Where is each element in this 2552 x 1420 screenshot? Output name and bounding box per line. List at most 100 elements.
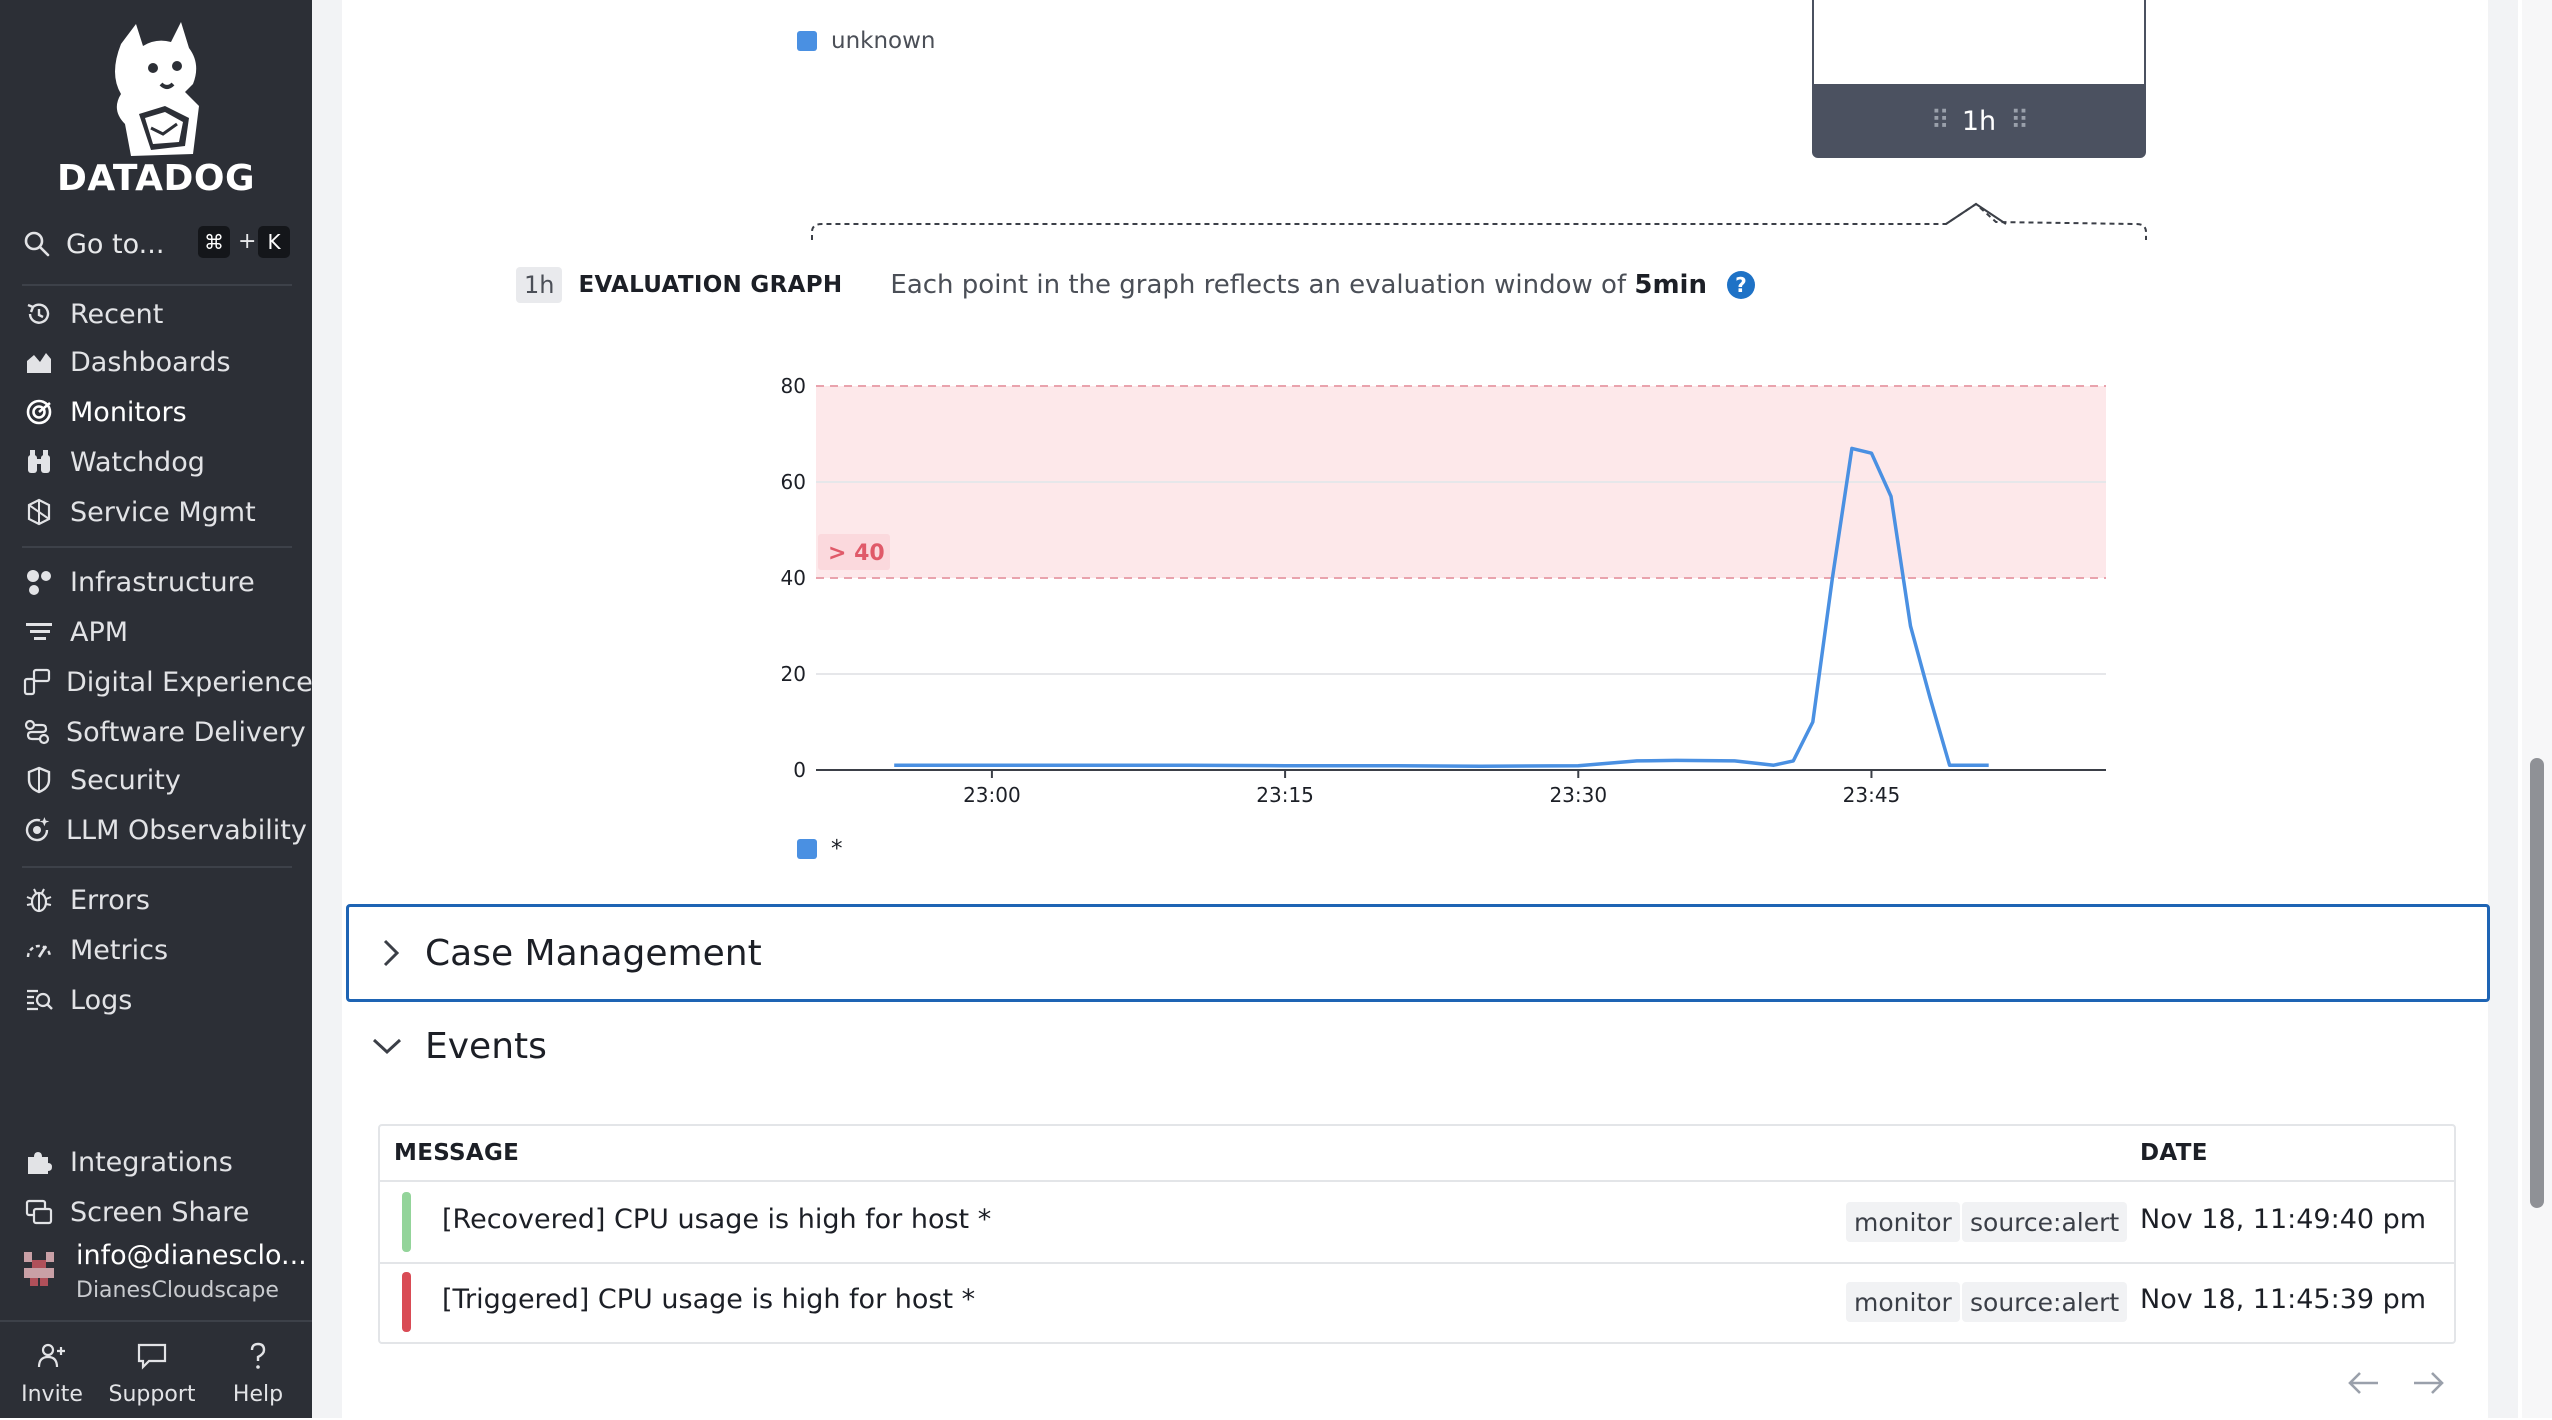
window-label: 1h [1961,105,1997,137]
monitor-icon [22,395,56,429]
binoculars-icon [22,445,56,479]
tag-chip[interactable]: monitor [1846,1202,1960,1242]
goto-label: Go to... [66,228,165,260]
goto-search[interactable]: Go to... ⌘ + K [22,224,292,264]
previous-page-button[interactable] [2346,1368,2382,1402]
events-title: Events [425,1025,547,1067]
help-label: Help [232,1382,284,1407]
datadog-logo[interactable] [0,14,312,168]
invite-icon [0,1336,104,1376]
next-page-button[interactable] [2410,1368,2446,1402]
sidebar-item-label: Watchdog [70,446,205,478]
shortcut-plus: + [238,229,257,254]
window-handle[interactable]: ⠿ 1h ⠿ [1812,84,2146,158]
scrollbar-thumb[interactable] [2530,758,2544,1208]
sidebar-item-llm-observability[interactable]: LLM Observability [22,808,307,852]
chat-icon [100,1336,204,1376]
sidebar-item-apm[interactable]: APM [22,610,302,654]
account-org: DianesCloudscape [76,1278,279,1303]
sidebar-divider [22,284,292,286]
evaluation-window-selector[interactable]: ⠿ 1h ⠿ [1812,0,2146,158]
window-pill: 1h [516,267,563,303]
sidebar-item-metrics[interactable]: Metrics [22,928,302,972]
account-menu[interactable]: info@dianesclo... DianesCloudscape [18,1236,308,1306]
sidebar-item-monitors[interactable]: Monitors [22,390,302,434]
shortcut-cmd-key: ⌘ [198,226,230,258]
sidebar-item-label: Metrics [70,934,169,966]
sidebar-item-digital-experience[interactable]: Digital Experience [22,660,313,704]
sidebar-item-dashboards[interactable]: Dashboards [22,340,302,384]
bug-icon [22,883,56,917]
datadog-dog-icon [115,22,199,156]
event-date: Nov 18, 11:45:39 pm [2140,1284,2427,1315]
legend-unknown[interactable]: unknown [797,28,936,54]
legend-series-name: * [831,836,843,862]
sidebar-divider [22,546,292,548]
evaluation-chart[interactable]: 0 20 40 60 80 23:00 23:15 23:30 23:45 > 40 [760,360,2160,820]
sidebar-item-label: Infrastructure [70,566,255,598]
y-tick-label: 80 [781,374,806,398]
content-gutter-left [312,0,342,1418]
sidebar-item-security[interactable]: Security [22,758,302,802]
sidebar-item-label: Dashboards [70,346,231,378]
chart-legend[interactable]: * [797,836,843,862]
table-header: MESSAGE DATE [380,1126,2454,1182]
invite-button[interactable]: Invite [0,1336,104,1407]
llm-icon [22,813,52,847]
sidebar-item-label: LLM Observability [66,814,307,846]
sidebar-item-software-delivery[interactable]: Software Delivery [22,710,306,754]
events-section-header[interactable]: Events [349,1000,547,1092]
sidebar-item-service-mgmt[interactable]: Service Mgmt [22,490,302,534]
shield-icon [22,763,56,797]
sidebar-item-errors[interactable]: Errors [22,878,302,922]
sidebar-item-watchdog[interactable]: Watchdog [22,440,302,484]
legend-label: unknown [831,28,936,54]
tag-chip[interactable]: source:alert [1962,1202,2128,1242]
status-indicator [402,1272,411,1332]
sidebar-item-screen-share[interactable]: Screen Share [22,1190,302,1234]
evaluation-graph-title: EVALUATION GRAPH [578,272,843,298]
sidebar-item-label: Integrations [70,1146,233,1178]
service-mgmt-icon [22,495,56,529]
case-management-panel[interactable]: Case Management [346,904,2490,1002]
help-button[interactable]: Help [206,1336,310,1407]
invite-label: Invite [21,1382,83,1407]
column-header-date[interactable]: DATE [2140,1140,2208,1166]
sidebar-item-label: Digital Experience [66,666,313,698]
brand-name: DATADOG [56,158,256,199]
x-tick-label: 23:45 [1843,783,1901,807]
evaluation-graph-header: 1h EVALUATION GRAPH Each point in the gr… [516,264,1755,306]
chevron-down-icon [367,1036,407,1056]
sidebar-item-logs[interactable]: Logs [22,978,302,1022]
x-tick-label: 23:15 [1256,783,1314,807]
status-indicator [402,1192,411,1252]
sidebar-item-label: Software Delivery [66,716,306,748]
sidebar-item-integrations[interactable]: Integrations [22,1140,302,1184]
y-tick-label: 20 [781,662,806,686]
column-header-message[interactable]: MESSAGE [394,1140,519,1166]
drag-handle-icon[interactable]: ⠿ [1931,106,1950,136]
table-row[interactable]: [Recovered] CPU usage is high for host *… [380,1182,2454,1264]
help-circle-icon[interactable]: ? [1726,271,1755,299]
tag-chip[interactable]: monitor [1846,1282,1960,1322]
window-brace [811,202,2147,240]
sidebar-item-recent[interactable]: Recent [22,292,302,336]
help-icon [206,1336,310,1376]
avatar [20,1250,58,1288]
evaluation-window-value: 5min [1634,270,1707,300]
support-button[interactable]: Support [100,1336,204,1407]
support-label: Support [108,1382,196,1407]
tag-chip[interactable]: source:alert [1962,1282,2128,1322]
y-tick-label: 40 [781,566,806,590]
drag-handle-icon[interactable]: ⠿ [2010,106,2029,136]
infrastructure-icon [22,565,56,599]
chevron-right-icon [371,937,411,969]
gauge-icon [22,933,56,967]
sidebar-item-infrastructure[interactable]: Infrastructure [22,560,302,604]
legend-swatch [797,839,817,859]
sidebar-item-label: Monitors [70,396,187,428]
logs-icon [22,983,56,1017]
page-scrollbar[interactable] [2522,0,2552,1418]
sidebar-divider [22,866,292,868]
table-row[interactable]: [Triggered] CPU usage is high for host *… [380,1262,2454,1342]
